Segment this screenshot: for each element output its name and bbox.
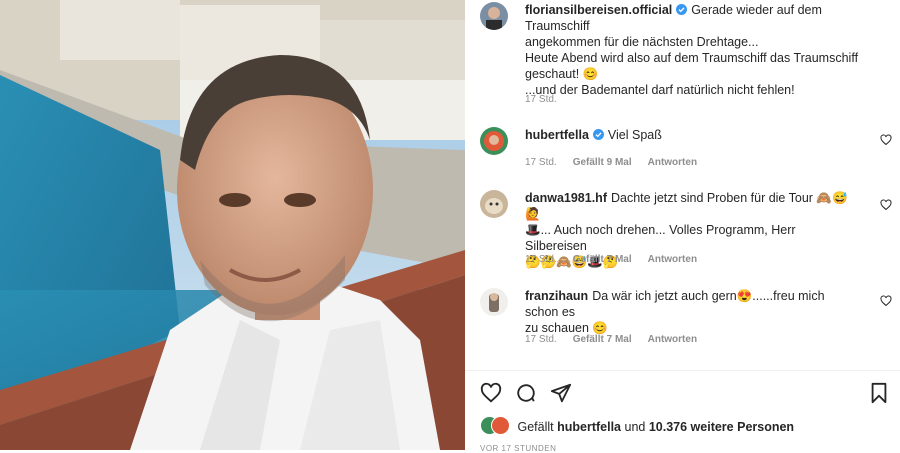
comment-icon[interactable]	[515, 382, 537, 404]
commenter-username[interactable]: franzihaun	[525, 289, 588, 303]
comment-meta: 17 Std. Gefällt 7 Mal Antworten	[525, 254, 713, 265]
comment-text: zu schauen 😊	[525, 321, 608, 335]
comment-time: 17 Std.	[525, 157, 557, 168]
commenter-avatar[interactable]	[480, 288, 508, 316]
commenter-avatar[interactable]	[480, 127, 508, 155]
bookmark-icon[interactable]	[868, 382, 890, 404]
action-divider	[465, 370, 900, 371]
comment-text: Viel Spaß	[607, 128, 662, 142]
comment-likes[interactable]: Gefällt 7 Mal	[573, 254, 632, 265]
comment-likes[interactable]: Gefällt 7 Mal	[573, 334, 632, 345]
share-icon[interactable]	[550, 382, 572, 404]
heart-icon[interactable]	[880, 295, 892, 307]
caption-line: geschaut! 😊	[525, 67, 599, 81]
likes-count[interactable]: 10.376 weitere Personen	[649, 420, 794, 434]
likes-summary: Gefällt hubertfella und 10.376 weitere P…	[480, 416, 794, 435]
caption-time: 17 Std.	[525, 94, 557, 105]
post-panel: floriansilbereisen.official Gerade wieder…	[465, 0, 900, 453]
comment-text: 🎩... Auch noch drehen... Volles Programm…	[525, 223, 796, 253]
commenter-username[interactable]: danwa1981.hf	[525, 191, 607, 205]
caption-line: angekommen für die nächsten Drehtage...	[525, 35, 759, 49]
heart-icon[interactable]	[480, 382, 502, 404]
heart-icon[interactable]	[880, 134, 892, 146]
caption-line: Heute Abend wird also auf dem Traumschif…	[525, 51, 859, 65]
comment-meta: 17 Std. Gefällt 7 Mal Antworten	[525, 334, 713, 345]
comment-meta: 17 Std. Gefällt 9 Mal Antworten	[525, 157, 713, 168]
commenter-username[interactable]: hubertfella	[525, 128, 589, 142]
post-date: VOR 17 STUNDEN	[480, 444, 557, 453]
comment-time: 17 Std.	[525, 334, 557, 345]
verified-icon	[592, 129, 604, 140]
post-photo	[0, 0, 465, 450]
likes-middle: und	[624, 420, 646, 434]
liker-username[interactable]: hubertfella	[557, 420, 621, 434]
comment-time: 17 Std.	[525, 254, 557, 265]
author-avatar[interactable]	[480, 2, 508, 30]
liker-avatar	[491, 416, 510, 435]
likes-prefix: Gefällt	[517, 420, 554, 434]
caption-meta: 17 Std.	[525, 94, 573, 105]
commenter-avatar[interactable]	[480, 190, 508, 218]
reply-button[interactable]: Antworten	[648, 334, 697, 345]
reply-button[interactable]: Antworten	[648, 157, 697, 168]
comment-likes[interactable]: Gefällt 9 Mal	[573, 157, 632, 168]
reply-button[interactable]: Antworten	[648, 254, 697, 265]
author-username[interactable]: floriansilbereisen.official	[525, 3, 672, 17]
heart-icon[interactable]	[880, 199, 892, 211]
verified-icon	[676, 4, 688, 15]
